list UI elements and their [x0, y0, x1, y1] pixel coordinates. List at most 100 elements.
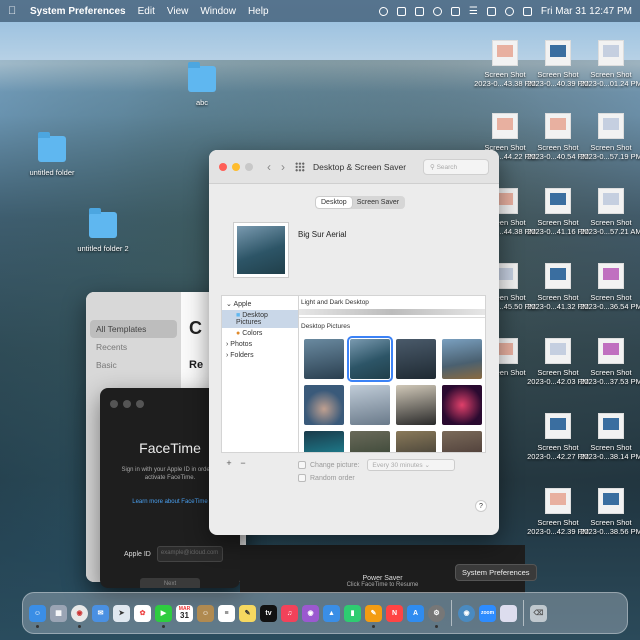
wallpaper-thumbnail[interactable]	[396, 385, 436, 425]
next-button[interactable]: Next	[140, 578, 200, 588]
battery-icon[interactable]	[450, 6, 460, 16]
desktop-file[interactable]: Screen Shot 2023-0...57.19 PM	[576, 113, 640, 161]
source-item-photos[interactable]: › Photos	[222, 339, 298, 350]
appletv-icon[interactable]: tv	[260, 604, 277, 622]
screenshot-stack-icon[interactable]	[500, 604, 517, 622]
desktop-file[interactable]: Screen Shot 2023-0...37.53 PM	[576, 338, 640, 386]
wallpaper-grid: Light and Dark Desktop Desktop Pictures	[298, 295, 486, 453]
podcasts-icon[interactable]: ◉	[302, 604, 319, 622]
random-order-checkbox[interactable]	[298, 474, 306, 482]
system-preferences-icon[interactable]: ⚙	[428, 604, 445, 628]
desktop-file[interactable]: Screen Shot 2023-0...57.21 AM	[576, 188, 640, 236]
zoom-icon[interactable]: zoom	[479, 604, 496, 622]
zoom-button[interactable]	[245, 162, 253, 171]
status-icon-2[interactable]	[396, 6, 406, 16]
menu-window[interactable]: Window	[200, 6, 236, 17]
desktop-folder[interactable]: untitled folder	[17, 132, 87, 177]
source-label: Desktop Pictures	[236, 312, 268, 326]
tab-control: Desktop Screen Saver	[315, 196, 406, 209]
remove-folder-button[interactable]: −	[237, 457, 249, 469]
app-store-icon[interactable]: A	[407, 604, 424, 622]
maps-icon[interactable]: ➤	[113, 604, 130, 622]
news-icon[interactable]: N	[386, 604, 403, 622]
source-item-folders[interactable]: › Folders	[222, 350, 298, 361]
minimize-button[interactable]	[232, 162, 240, 171]
source-item-desktop-pictures[interactable]: ■ Desktop Pictures	[222, 310, 298, 328]
chrome-icon[interactable]: ◉	[71, 604, 88, 628]
screenshot-thumbnail-icon	[598, 263, 624, 289]
source-group-apple[interactable]: ⌄ Apple	[222, 298, 298, 310]
search-input[interactable]: ⚲ Search	[423, 158, 489, 175]
desktop-file[interactable]: Screen Shot 2023-0...36.54 PM	[576, 263, 640, 311]
keynote-icon[interactable]: ▲	[323, 604, 340, 622]
status-icon-1[interactable]	[378, 6, 388, 16]
wallpaper-thumbnail[interactable]	[396, 431, 436, 452]
desktop-screen-saver-window[interactable]: ‹ › Desktop & Screen Saver ⚲ Search Desk…	[209, 150, 499, 535]
help-button[interactable]: ?	[475, 500, 487, 512]
menu-edit[interactable]: Edit	[138, 6, 155, 17]
wallpaper-thumbnail[interactable]	[396, 339, 436, 379]
desktop-folder[interactable]: untitled folder 2	[68, 208, 138, 253]
trash-icon[interactable]: ⌫	[530, 604, 547, 622]
app-menu[interactable]: System Preferences	[30, 6, 126, 17]
sidebar-item-all-templates[interactable]: All Templates	[90, 320, 177, 338]
wallpaper-thumbnail[interactable]	[304, 385, 344, 425]
pages-icon[interactable]: ✎	[365, 604, 382, 628]
wallpaper-thumbnail[interactable]	[347, 336, 393, 382]
numbers-icon[interactable]: ▮	[344, 604, 361, 622]
desktop-folder[interactable]: abc	[167, 62, 237, 107]
folder-icon	[38, 132, 66, 162]
globe-icon[interactable]: ◉	[458, 604, 475, 622]
sidebar-item-recents[interactable]: Recents	[90, 338, 177, 356]
folder-label: abc	[195, 98, 209, 107]
mail-icon[interactable]: ✉	[92, 604, 109, 622]
menu-view[interactable]: View	[167, 6, 189, 17]
desktop-file[interactable]: Screen Shot 2023-0...38.14 PM	[576, 413, 640, 461]
show-all-grid-icon[interactable]	[295, 161, 305, 172]
menu-help[interactable]: Help	[248, 6, 269, 17]
section-header: Light and Dark Desktop	[301, 299, 369, 306]
file-label: Screen Shot	[590, 70, 632, 79]
wallpaper-thumbnail[interactable]	[442, 339, 482, 379]
contacts-icon[interactable]: ☺	[197, 604, 214, 622]
calendar-icon[interactable]: MAR 31	[176, 604, 193, 622]
change-picture-checkbox[interactable]	[298, 461, 306, 469]
wallpaper-thumbnail[interactable]	[304, 339, 344, 379]
facetime-icon[interactable]: ▶	[155, 604, 172, 628]
apple-menu-icon[interactable]: 	[8, 5, 20, 17]
tab-screen-saver[interactable]: Screen Saver	[352, 197, 404, 208]
spotlight-icon[interactable]	[504, 6, 514, 16]
desktop-file[interactable]: Screen Shot 2023-0...01.24 PM	[576, 40, 640, 88]
finder-icon[interactable]: ☺	[29, 604, 46, 628]
forward-icon[interactable]: ›	[281, 160, 285, 174]
menubar-clock[interactable]: Fri Mar 31 12:47 PM	[541, 6, 632, 17]
change-picture-interval-select[interactable]: Every 30 minutes ⌄	[367, 459, 456, 471]
wallpaper-thumbnail[interactable]	[442, 431, 482, 452]
status-icon-3[interactable]	[414, 6, 424, 16]
launchpad-icon[interactable]: ▦	[50, 604, 67, 622]
file-label: 2023-0...57.19 PM	[580, 152, 640, 161]
siri-icon[interactable]	[522, 6, 532, 16]
control-center-icon[interactable]	[486, 6, 496, 16]
wallpaper-thumbnail[interactable]	[304, 431, 344, 452]
music-icon[interactable]: ♫	[281, 604, 298, 622]
wallpaper-thumbnail[interactable]	[350, 385, 390, 425]
wallpaper-thumbnail[interactable]	[350, 431, 390, 452]
close-button[interactable]	[219, 162, 227, 171]
notes-icon[interactable]: ✎	[239, 604, 256, 622]
source-item-colors[interactable]: ● Colors	[222, 328, 298, 339]
back-icon[interactable]: ‹	[267, 160, 271, 174]
status-icon-4[interactable]	[432, 6, 442, 16]
add-folder-button[interactable]: +	[223, 457, 235, 469]
photos-icon[interactable]: ✿	[134, 604, 151, 622]
tab-desktop[interactable]: Desktop	[316, 197, 352, 208]
zoom-button[interactable]	[136, 400, 144, 408]
sidebar-item-basic[interactable]: Basic	[90, 356, 177, 374]
wifi-icon[interactable]: ☰	[469, 6, 478, 17]
minimize-button[interactable]	[123, 400, 131, 408]
reminders-icon[interactable]: ≡	[218, 604, 235, 622]
close-button[interactable]	[110, 400, 118, 408]
wallpaper-thumbnail[interactable]	[442, 385, 482, 425]
desktop-file[interactable]: Screen Shot 2023-0...38.56 PM	[576, 488, 640, 536]
apple-id-field[interactable]: example@icloud.com	[156, 546, 223, 562]
